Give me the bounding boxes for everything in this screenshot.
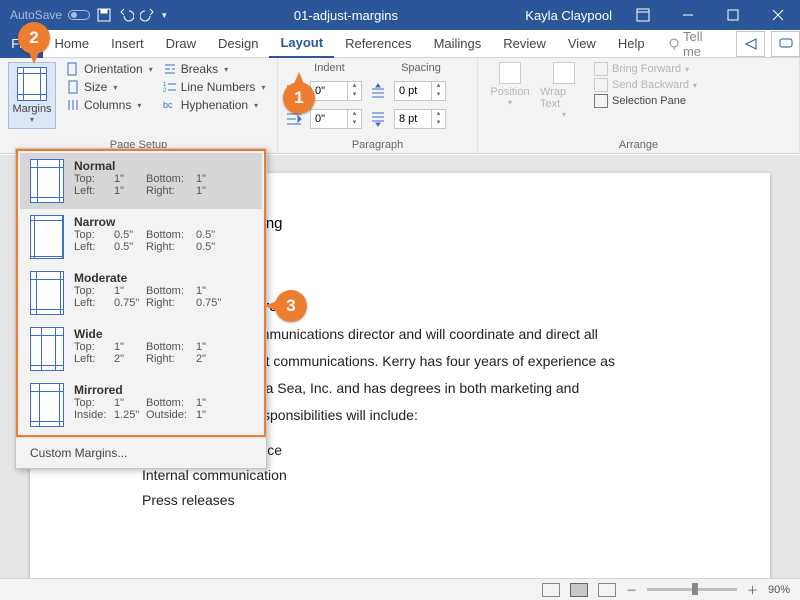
margins-option-narrow[interactable]: NarrowTop:0.5"Bottom:0.5"Left:0.5"Right:… (20, 209, 262, 265)
doc-heading-2: Director (250, 296, 720, 319)
hyphenation-button[interactable]: bcHyphenation▾ (163, 98, 266, 112)
ribbon: Margins ▾ Orientation▾ Size▾ Columns▾ Br… (0, 58, 800, 154)
doc-para-line: una Sea, Inc. and has degrees in both ma… (250, 378, 720, 399)
tab-review[interactable]: Review (492, 30, 557, 58)
close-button[interactable] (755, 0, 800, 30)
wrap-text-button: Wrap Text▾ (540, 62, 588, 119)
tab-home[interactable]: Home (43, 30, 100, 58)
doc-para-line: y's responsibilities will include: (230, 405, 720, 426)
group-arrange: Position▾ Wrap Text▾ Bring Forward ▾ Sen… (478, 58, 800, 153)
zoom-level[interactable]: 90% (768, 584, 790, 596)
margins-option-moderate[interactable]: ModerateTop:1"Bottom:1"Left:0.75"Right:0… (20, 265, 262, 321)
doc-para-line: ent communications. Kerry has four years… (250, 351, 720, 372)
tab-help[interactable]: Help (607, 30, 656, 58)
doc-list-item: Press releases (142, 490, 720, 511)
autosave-toggle[interactable] (68, 10, 90, 20)
margins-option-normal[interactable]: NormalTop:1"Bottom:1"Left:1"Right:1" (20, 153, 262, 209)
save-icon[interactable] (96, 7, 112, 23)
maximize-button[interactable] (710, 0, 755, 30)
margins-button[interactable]: Margins ▾ (8, 62, 56, 129)
document-title: 01-adjust-margins (167, 8, 526, 23)
undo-icon[interactable] (118, 7, 134, 23)
margins-icon (17, 67, 47, 101)
ribbon-options-icon[interactable] (620, 0, 665, 30)
tab-mailings[interactable]: Mailings (423, 30, 493, 58)
callout-3: 3 (275, 290, 307, 322)
bring-forward-button: Bring Forward ▾ (594, 62, 697, 76)
minimize-button[interactable] (665, 0, 710, 30)
group-page-setup: Margins ▾ Orientation▾ Size▾ Columns▾ Br… (0, 58, 278, 153)
tab-view[interactable]: View (557, 30, 607, 58)
group-label-paragraph: Paragraph (286, 136, 469, 151)
tell-me[interactable]: Tell me (656, 30, 731, 58)
margins-option-mirrored[interactable]: MirroredTop:1"Bottom:1"Inside:1.25"Outsi… (20, 377, 262, 433)
margins-option-wide[interactable]: WideTop:1"Bottom:1"Left:2"Right:2" (20, 321, 262, 377)
position-button: Position▾ (486, 62, 534, 119)
comments-button[interactable] (771, 31, 800, 57)
space-before-input[interactable]: ▴▾ (394, 81, 446, 101)
orientation-button[interactable]: Orientation▾ (66, 62, 153, 76)
tab-layout[interactable]: Layout (269, 30, 334, 58)
doc-heading-1: eting (250, 213, 720, 236)
space-after-input[interactable]: ▴▾ (394, 109, 446, 129)
margins-dropdown: NormalTop:1"Bottom:1"Left:1"Right:1"Narr… (15, 148, 267, 469)
space-before-icon (370, 83, 386, 99)
tab-draw[interactable]: Draw (155, 30, 207, 58)
chevron-down-icon: ▾ (30, 115, 34, 124)
callout-1: 1 (283, 82, 315, 114)
tab-references[interactable]: References (334, 30, 422, 58)
svg-text:2: 2 (163, 88, 167, 94)
tab-design[interactable]: Design (207, 30, 269, 58)
indent-right-input[interactable]: ▴▾ (310, 109, 362, 129)
user-name[interactable]: Kayla Claypool (525, 8, 620, 23)
zoom-in-button[interactable]: ＋ (747, 582, 758, 598)
ribbon-tabs: File HomeInsertDrawDesignLayoutReference… (0, 30, 800, 58)
share-button[interactable] (736, 31, 765, 57)
zoom-slider[interactable] (647, 588, 737, 591)
doc-para-line: ommunications director and will coordina… (250, 324, 720, 345)
send-backward-button: Send Backward ▾ (594, 78, 697, 92)
title-bar: AutoSave ▾ 01-adjust-margins Kayla Clayp… (0, 0, 800, 30)
view-read-icon[interactable] (542, 583, 560, 597)
autosave-label: AutoSave (10, 8, 62, 22)
custom-margins-item[interactable]: Custom Margins... (16, 437, 266, 468)
group-label-arrange: Arrange (486, 136, 791, 151)
status-bar: － ＋ 90% (0, 578, 800, 600)
view-print-icon[interactable] (570, 583, 588, 597)
indent-left-input[interactable]: ▴▾ (310, 81, 362, 101)
zoom-out-button[interactable]: － (626, 582, 637, 598)
line-numbers-button[interactable]: 12Line Numbers▾ (163, 80, 266, 94)
svg-text:bc: bc (163, 100, 173, 110)
tab-insert[interactable]: Insert (100, 30, 155, 58)
space-after-icon (370, 111, 386, 127)
callout-2: 2 (18, 22, 50, 54)
lightbulb-icon (667, 37, 679, 51)
breaks-button[interactable]: Breaks▾ (163, 62, 266, 76)
selection-pane-button[interactable]: Selection Pane (594, 94, 697, 108)
size-button[interactable]: Size▾ (66, 80, 153, 94)
redo-icon[interactable] (140, 7, 156, 23)
columns-button[interactable]: Columns▾ (66, 98, 153, 112)
view-web-icon[interactable] (598, 583, 616, 597)
